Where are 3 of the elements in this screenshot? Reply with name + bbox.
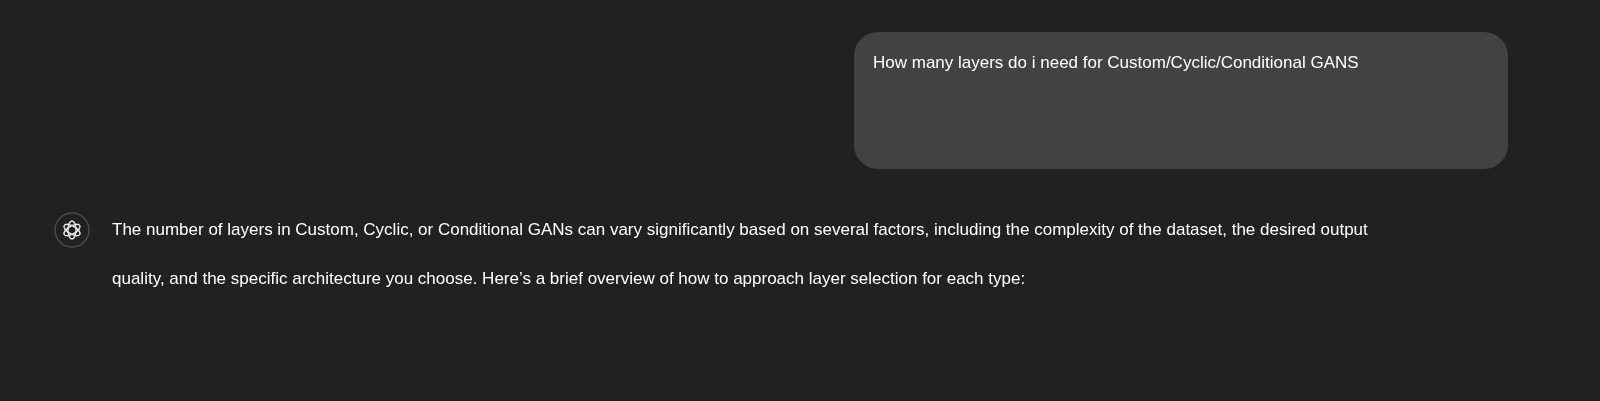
user-message: How many layers do i need for Custom/Cyclic/Conditional GANS [873, 52, 1360, 74]
assistant-avatar-icon [54, 212, 90, 248]
assistant-message: The number of layers in Custom, Cyclic, or Conditional GANs can vary significantly based on several factors, including the complexity of the dataset, the desired output quality, and the specific architecture you choose. Here’s a brief overview of how to approach layer selection for each type: [112, 219, 1369, 290]
